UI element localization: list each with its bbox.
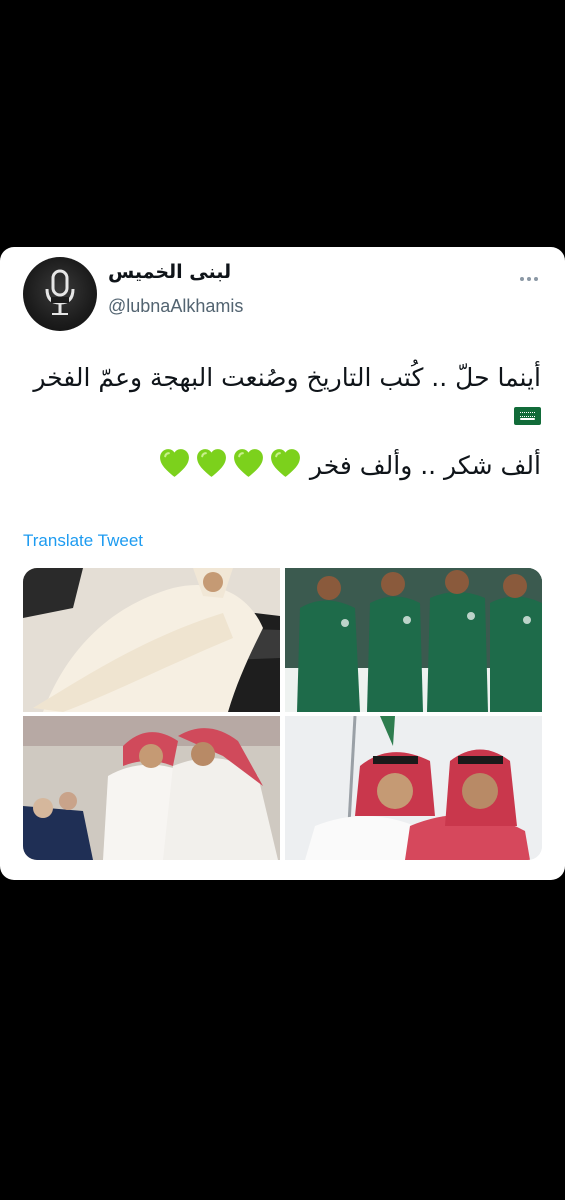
- saudi-flag-icon: [514, 407, 541, 425]
- green-hearts: [154, 449, 302, 480]
- tweet-text-line-1-text: أينما حلّ .. كُتب التاريخ وصُنعت البهجة …: [33, 363, 541, 392]
- green-heart-icon: [234, 449, 263, 477]
- tweet-text-line-2-text: ألف شكر .. وألف فخر: [309, 451, 541, 480]
- more-options-icon[interactable]: [512, 269, 546, 289]
- green-heart-icon: [271, 449, 300, 477]
- media-grid[interactable]: [23, 568, 542, 860]
- green-heart-icon: [160, 449, 189, 477]
- tweet-text-line-2: ألف شكر .. وألف فخر: [23, 447, 541, 485]
- tweet-card[interactable]: لبنى الخميس @lubnaAlkhamis أينما حلّ .. …: [0, 247, 565, 880]
- avatar[interactable]: [23, 257, 97, 331]
- author-handle[interactable]: @lubnaAlkhamis: [108, 296, 243, 317]
- media-photo-2[interactable]: [285, 568, 542, 712]
- green-heart-icon: [197, 449, 226, 477]
- translate-tweet-link[interactable]: Translate Tweet: [23, 531, 143, 551]
- tweet-text: أينما حلّ .. كُتب التاريخ وصُنعت البهجة …: [23, 359, 541, 485]
- media-photo-1[interactable]: [23, 568, 280, 712]
- author-name[interactable]: لبنى الخميس: [108, 261, 231, 283]
- tweet-text-line-1: أينما حلّ .. كُتب التاريخ وصُنعت البهجة …: [23, 359, 541, 435]
- media-photo-3[interactable]: [23, 716, 280, 860]
- media-photo-4[interactable]: [285, 716, 542, 860]
- podcast-microphone-icon: [45, 269, 75, 315]
